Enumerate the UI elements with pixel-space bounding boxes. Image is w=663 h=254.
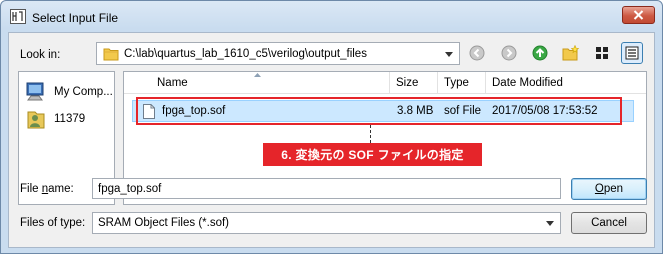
open-button-label: pen <box>603 183 624 195</box>
file-type-label: Files of type: <box>20 217 86 229</box>
file-name-value: fpga_top.sof <box>98 182 162 195</box>
title-bar[interactable]: Select Input File <box>1 1 662 33</box>
back-icon <box>469 45 485 61</box>
window-title: Select Input File <box>32 11 119 25</box>
file-name-label-pre: File <box>20 183 42 195</box>
look-in-combo[interactable]: C:\lab\quartus_lab_1610_c5\verilog\outpu… <box>96 42 460 65</box>
file-type-value: SRAM Object Files (*.sof) <box>98 217 229 229</box>
back-button[interactable] <box>467 43 487 63</box>
close-icon <box>633 10 644 20</box>
sidebar-item-label: 11379 <box>54 113 86 125</box>
forward-icon <box>501 45 517 61</box>
file-type-select[interactable]: SRAM Object Files (*.sof) <box>92 212 561 234</box>
sidebar-item-user[interactable]: 11379 <box>25 108 85 130</box>
annotation-highlight-box <box>136 97 622 125</box>
chevron-down-icon <box>445 51 453 57</box>
dialog-window: Select Input File Look in: C:\lab\quartu… <box>0 0 663 254</box>
detail-view-button[interactable] <box>621 42 643 64</box>
chevron-down-icon <box>546 221 554 226</box>
annotation-label: 6. 変換元の SOF ファイルの指定 <box>263 143 482 166</box>
column-header-type[interactable]: Type <box>438 72 486 94</box>
column-header-row: Name Size Type Date Modified <box>124 72 646 94</box>
sidebar-item-label: My Comp... <box>54 86 113 98</box>
folder-icon <box>103 48 119 60</box>
user-folder-icon <box>27 111 45 129</box>
detail-view-icon <box>625 46 639 60</box>
dialog-client: Look in: C:\lab\quartus_lab_1610_c5\veri… <box>8 32 655 248</box>
new-folder-button[interactable] <box>561 43 581 63</box>
cancel-button[interactable]: Cancel <box>571 212 647 234</box>
column-header-name[interactable]: Name <box>151 72 390 94</box>
file-name-label: File name: <box>20 183 74 195</box>
close-button[interactable] <box>622 6 655 24</box>
up-folder-button[interactable] <box>530 43 550 63</box>
sidebar-item-my-computer[interactable]: My Comp... <box>25 82 113 102</box>
list-view-icon <box>596 47 608 59</box>
list-view-button[interactable] <box>592 43 612 63</box>
file-name-label-post: ame: <box>48 183 74 195</box>
column-header-date[interactable]: Date Modified <box>486 72 647 94</box>
open-button[interactable]: Open <box>571 178 647 200</box>
file-name-input[interactable]: fpga_top.sof <box>92 178 561 199</box>
open-button-accel: O <box>594 183 604 195</box>
forward-button[interactable] <box>499 43 519 63</box>
up-folder-icon <box>532 45 548 61</box>
look-in-label: Look in: <box>20 49 61 61</box>
new-folder-icon <box>562 45 580 61</box>
computer-icon <box>26 82 44 101</box>
app-icon <box>10 9 26 24</box>
cancel-button-label: Cancel <box>591 217 627 229</box>
look-in-path: C:\lab\quartus_lab_1610_c5\verilog\outpu… <box>124 47 367 60</box>
annotation-connector <box>370 125 371 143</box>
column-header-size[interactable]: Size <box>390 72 438 94</box>
